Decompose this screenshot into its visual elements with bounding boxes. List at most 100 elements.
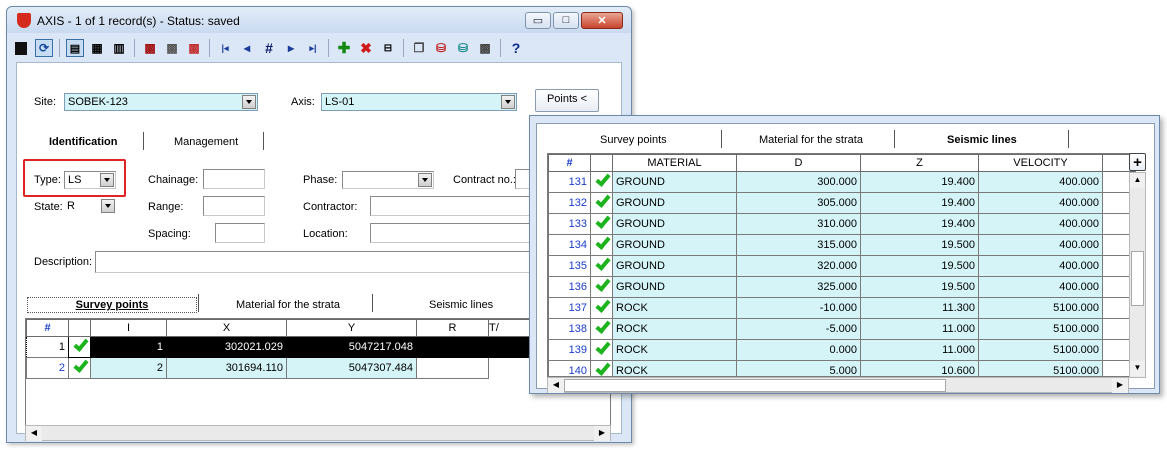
cell-material[interactable]: GROUND [612, 213, 737, 235]
table-row[interactable]: 131 GROUND 300.000 19.400 400.000 [548, 171, 1135, 193]
chevron-down-icon[interactable] [242, 95, 256, 109]
cell-z[interactable]: 19.400 [860, 171, 979, 193]
popup-tab-material[interactable]: Material for the strata [759, 134, 863, 146]
row-number[interactable]: 135 [548, 255, 591, 277]
last-record-icon[interactable]: ▸| [304, 39, 322, 57]
chevron-down-icon[interactable] [418, 173, 432, 187]
save-icon[interactable] [15, 41, 27, 55]
split-view-icon[interactable]: ▥ [110, 39, 128, 57]
chevron-down-icon[interactable] [501, 95, 515, 109]
cell-d[interactable]: -5.000 [736, 318, 861, 340]
cell-d[interactable]: 320.000 [736, 255, 861, 277]
scroll-right-icon[interactable]: ▶ [594, 426, 610, 441]
cell-z[interactable]: 10.600 [860, 360, 979, 376]
add-column-button[interactable]: + [1129, 153, 1146, 171]
range-input[interactable] [203, 196, 265, 216]
row-number[interactable]: 131 [548, 171, 591, 193]
link-icon[interactable]: ⊟ [379, 39, 397, 57]
cell-i[interactable]: 2 [90, 357, 167, 379]
cell-material[interactable]: ROCK [612, 360, 737, 376]
cell-velocity[interactable]: 5100.000 [978, 297, 1103, 319]
cell-z[interactable]: 19.400 [860, 213, 979, 235]
col-header-i[interactable]: I [90, 319, 167, 337]
tab-seismic-lines[interactable]: Seismic lines [429, 299, 493, 311]
cell-x[interactable]: 302021.029 [166, 336, 287, 358]
phase-select[interactable] [342, 171, 434, 189]
tab-identification[interactable]: Identification [49, 136, 117, 148]
contractor-input[interactable] [370, 196, 530, 216]
close-button[interactable]: ✕ [581, 12, 623, 29]
axis-select[interactable]: LS-01 [321, 93, 517, 111]
cell-velocity[interactable]: 400.000 [978, 276, 1103, 298]
cell-z[interactable]: 11.000 [860, 318, 979, 340]
title-bar[interactable]: AXIS - 1 of 1 record(s) - Status: saved … [7, 7, 631, 33]
col-header-d[interactable]: D [736, 154, 861, 172]
cell-material[interactable]: GROUND [612, 276, 737, 298]
cell-d[interactable]: 305.000 [736, 192, 861, 214]
col-header-r[interactable]: R [416, 319, 489, 337]
cell-material[interactable]: GROUND [612, 234, 737, 256]
cell-z[interactable]: 19.500 [860, 234, 979, 256]
table-row[interactable]: 140 ROCK 5.000 10.600 5100.000 [548, 360, 1135, 376]
col-header-material[interactable]: MATERIAL [612, 154, 737, 172]
scroll-left-icon[interactable]: ◀ [548, 378, 564, 393]
row-number[interactable]: 137 [548, 297, 591, 319]
first-record-icon[interactable]: |◂ [216, 39, 234, 57]
cell-d[interactable]: 315.000 [736, 234, 861, 256]
table-row[interactable]: 137 ROCK -10.000 11.300 5100.000 [548, 297, 1135, 319]
cell-d[interactable]: 325.000 [736, 276, 861, 298]
scroll-left-icon[interactable]: ◀ [26, 426, 42, 441]
table-row[interactable]: 134 GROUND 315.000 19.500 400.000 [548, 234, 1135, 256]
survey-grid-hscrollbar[interactable]: ◀ ▶ [25, 425, 611, 441]
cell-i[interactable]: 1 [90, 336, 167, 358]
site-select[interactable]: SOBEK-123 [64, 93, 258, 111]
strata-grid-vscrollbar[interactable]: ▲ ▼ [1129, 172, 1146, 378]
add-record-icon[interactable]: ✚ [335, 39, 353, 57]
db-grid-icon[interactable]: ▩ [163, 39, 181, 57]
row-number[interactable]: 139 [548, 339, 591, 361]
row-number[interactable]: 132 [548, 192, 591, 214]
popup-tab-seismic-lines[interactable]: Seismic lines [947, 134, 1017, 146]
form-view-icon[interactable]: ▤ [66, 39, 84, 57]
cell-material[interactable]: ROCK [612, 318, 737, 340]
points-button[interactable]: Points < [535, 89, 599, 112]
scroll-up-icon[interactable]: ▲ [1130, 173, 1145, 188]
tab-material[interactable]: Material for the strata [236, 299, 340, 311]
row-number[interactable]: 2 [26, 357, 69, 379]
spacing-input[interactable] [215, 223, 265, 243]
prev-record-icon[interactable]: ◂ [238, 39, 256, 57]
table-row[interactable]: 1 1 302021.029 5047217.048 [26, 336, 610, 358]
cell-material[interactable]: GROUND [612, 192, 737, 214]
maximize-button[interactable]: □ [553, 12, 579, 29]
type-select[interactable]: LS [64, 171, 116, 189]
location-input[interactable] [370, 223, 530, 243]
cell-velocity[interactable]: 400.000 [978, 234, 1103, 256]
cell-z[interactable]: 11.000 [860, 339, 979, 361]
row-number[interactable]: 133 [548, 213, 591, 235]
table-row[interactable]: 133 GROUND 310.000 19.400 400.000 [548, 213, 1135, 235]
scroll-right-icon[interactable]: ▶ [1112, 378, 1128, 393]
cell-velocity[interactable]: 400.000 [978, 255, 1103, 277]
col-header-velocity[interactable]: VELOCITY [978, 154, 1103, 172]
export-icon[interactable]: ⛁ [432, 39, 450, 57]
col-header-y[interactable]: Y [286, 319, 417, 337]
table-row[interactable]: 2 2 301694.110 5047307.484 [26, 357, 610, 379]
cell-material[interactable]: ROCK [612, 297, 737, 319]
col-header-x[interactable]: X [166, 319, 287, 337]
description-input[interactable] [95, 251, 535, 273]
chainage-input[interactable] [203, 169, 265, 189]
import-icon[interactable]: ⛁ [454, 39, 472, 57]
cell-y[interactable]: 5047307.484 [286, 357, 417, 379]
col-header-index[interactable]: # [548, 154, 591, 172]
cell-material[interactable]: GROUND [612, 171, 737, 193]
strata-grid-hscrollbar[interactable]: ◀ ▶ [547, 377, 1129, 393]
cell-z[interactable]: 19.500 [860, 255, 979, 277]
delete-record-icon[interactable]: ✖ [357, 39, 375, 57]
tab-management[interactable]: Management [174, 136, 238, 148]
grid-view-icon[interactable]: ▦ [88, 39, 106, 57]
goto-record-icon[interactable]: # [260, 39, 278, 57]
cell-material[interactable]: ROCK [612, 339, 737, 361]
cell-velocity[interactable]: 5100.000 [978, 318, 1103, 340]
next-record-icon[interactable]: ▸ [282, 39, 300, 57]
cell-d[interactable]: 310.000 [736, 213, 861, 235]
